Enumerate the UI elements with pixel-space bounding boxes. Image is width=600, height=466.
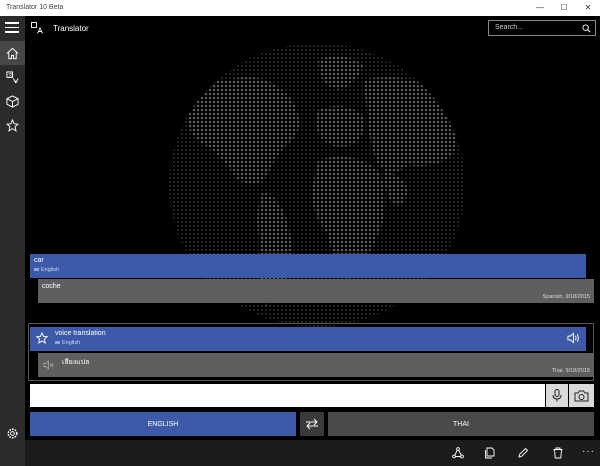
search-icon[interactable] [582, 24, 591, 33]
nav-translate[interactable]: 文 [0, 65, 25, 89]
search-box[interactable]: Search... [488, 20, 596, 36]
translate-icon: 文 [6, 70, 19, 83]
window-title: Translator 10 Beta [6, 4, 64, 11]
more-options-icon[interactable]: ··· [582, 446, 595, 457]
microphone-icon [552, 389, 562, 402]
nav-rail: 文 [0, 16, 25, 466]
search-input[interactable]: Search... [495, 24, 523, 31]
translation-entry-card[interactable]: coche Spanish, 9/18/2015 [38, 279, 594, 303]
speaker-muted-icon[interactable] [43, 360, 54, 370]
pencil-icon [518, 447, 529, 458]
share-icon [452, 447, 464, 459]
translation-text: coche [42, 283, 61, 290]
camera-icon [574, 390, 589, 401]
window-titlebar: Translator 10 Beta — ☐ ✕ [0, 0, 600, 16]
gear-icon [7, 427, 18, 439]
swap-icon [306, 418, 318, 430]
edit-button[interactable] [516, 446, 530, 460]
command-bar [25, 440, 600, 466]
source-entry-card[interactable]: voice translation English [30, 327, 586, 351]
translation-text: เสียงแปล [62, 359, 90, 366]
translation-meta: Thai, 9/18/2015 [551, 368, 590, 374]
camera-button[interactable] [569, 384, 594, 407]
target-language-button[interactable]: THAI [328, 412, 594, 436]
copy-icon [485, 447, 495, 459]
settings-button[interactable] [0, 421, 25, 445]
nav-favorites[interactable] [0, 113, 25, 137]
page-title: Translator [53, 24, 89, 33]
translate-input[interactable] [30, 384, 545, 407]
share-button[interactable] [451, 446, 465, 460]
minimize-button[interactable]: — [528, 2, 552, 14]
translation-entry-card[interactable]: เสียงแปล Thai, 9/18/2015 [38, 353, 594, 377]
hamburger-menu-icon[interactable] [5, 22, 19, 34]
box-icon [6, 94, 19, 108]
maximize-button[interactable]: ☐ [552, 2, 576, 14]
nav-home[interactable] [0, 41, 25, 65]
source-text: voice translation [55, 330, 106, 337]
source-language: English [55, 340, 80, 346]
copy-button[interactable] [483, 446, 497, 460]
source-language: English [34, 267, 59, 273]
star-icon[interactable] [36, 332, 48, 344]
app-logo-icon [31, 22, 43, 34]
swap-languages-button[interactable] [300, 412, 324, 436]
keyboard-icon [34, 268, 39, 272]
translation-meta: Spanish, 9/18/2015 [542, 294, 590, 300]
home-icon [6, 47, 19, 59]
keyboard-icon [55, 341, 60, 345]
delete-button[interactable] [551, 446, 565, 460]
trash-icon [553, 447, 563, 459]
nav-box[interactable] [0, 89, 25, 113]
speaker-icon[interactable] [567, 332, 580, 344]
source-language-button[interactable]: ENGLISH [30, 412, 296, 436]
close-button[interactable]: ✕ [576, 2, 600, 14]
microphone-button[interactable] [546, 384, 568, 407]
source-text: car [34, 257, 44, 264]
source-entry-card[interactable]: car English [30, 254, 586, 278]
star-icon [6, 118, 19, 132]
